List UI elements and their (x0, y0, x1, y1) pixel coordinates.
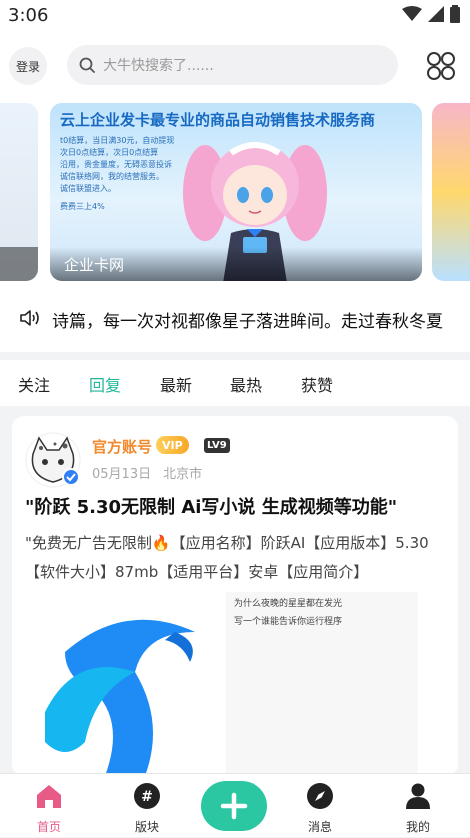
top-header: 登录 大牛快搜索了...... (0, 34, 470, 96)
banner-prev[interactable] (0, 103, 38, 281)
post-meta: 05月13日 北京市 (92, 463, 202, 482)
author-name[interactable]: 官方账号 (92, 436, 152, 457)
nav-home[interactable]: 首页 (14, 774, 84, 838)
banner-feature: 诚信联盟进入。 (60, 184, 116, 193)
signal-icon (428, 6, 444, 22)
bottom-nav: 首页 # 版块 消息 我的 (0, 773, 470, 837)
search-input[interactable]: 大牛快搜索了...... (67, 45, 398, 85)
banner-caption-text: 企业卡网 (64, 256, 125, 274)
speaker-icon (20, 310, 39, 326)
tab-liked[interactable]: 获赞 (301, 372, 333, 396)
banner-caption: 企业卡网 (50, 247, 422, 281)
nav-home-label: 首页 (36, 820, 61, 834)
banner-main[interactable]: 云上企业发卡最专业的商品自动销售技术服务商 t0结算，当日满30元，自动提现 次… (50, 103, 422, 281)
nav-profile[interactable]: 我的 (383, 774, 453, 838)
user-icon (406, 783, 430, 809)
banner-carousel[interactable]: 云上企业发卡最专业的商品自动销售技术服务商 t0结算，当日满30元，自动提现 次… (0, 96, 470, 286)
tab-reply[interactable]: 回复 (89, 372, 121, 396)
post-body[interactable]: "免费无广告无限制🔥【应用名称】阶跃AI【应用版本】5.30【软件大小】87mb… (25, 529, 445, 587)
feed-tabs: 关注 回复 最新 最热 获赞 (0, 360, 470, 406)
notice-text: 诗篇，每一次对视都像星子落进眸间。走过春秋冬夏 (52, 312, 443, 332)
post-location: 北京市 (163, 467, 203, 482)
wifi-icon (402, 6, 422, 21)
tab-hottest[interactable]: 最热 (230, 372, 262, 396)
chat-screenshot-image[interactable]: 为什么夜晚的星星都在发光 写一个谁能告诉你运行程序 (226, 592, 418, 776)
vip-badge: VIP (156, 436, 189, 454)
status-icons (402, 5, 460, 23)
verified-badge-icon (62, 468, 80, 486)
search-icon (79, 57, 95, 73)
plus-icon (220, 792, 248, 820)
banner-features: t0结算，当日满30元，自动提现 次日0点结算，次日0点结算 沿用，贵金量度，无… (60, 135, 185, 213)
compass-icon (307, 783, 333, 809)
banner-next[interactable] (432, 103, 470, 281)
banner-fee: 费费三上4% (60, 202, 105, 211)
banner-feature: 沿用，贵金量度，无碍恶意投诉 (60, 160, 172, 169)
nav-profile-label: 我的 (405, 820, 430, 834)
nav-sections[interactable]: # 版块 (112, 774, 182, 838)
battery-icon (450, 5, 460, 23)
home-icon (37, 785, 61, 808)
search-placeholder: 大牛快搜索了...... (103, 58, 214, 74)
publish-button[interactable] (201, 781, 267, 831)
grid-menu-icon[interactable] (424, 49, 458, 83)
image-text-line: 写一个谁能告诉你运行程序 (234, 617, 343, 627)
post-card[interactable]: 官方账号 VIP LV9 05月13日 北京市 "阶跃 5.30无限制 Ai写小说… (12, 416, 458, 776)
nav-sections-label: 版块 (134, 820, 159, 834)
image-text-line: 为什么夜晚的星星都在发光 (234, 599, 343, 609)
hashtag-icon: # (134, 783, 160, 809)
nav-messages-label: 消息 (307, 820, 332, 834)
status-bar: 3:06 (0, 0, 470, 34)
svg-text:#: # (141, 789, 153, 805)
post-title[interactable]: "阶跃 5.30无限制 Ai写小说 生成视频等功能" (25, 493, 397, 519)
login-button[interactable]: 登录 (9, 47, 47, 85)
post-date: 05月13日 (92, 467, 152, 482)
dolphin-logo-image[interactable] (25, 592, 225, 776)
nav-messages[interactable]: 消息 (285, 774, 355, 838)
level-badge: LV9 (204, 438, 230, 453)
notice-bar[interactable]: 诗篇，每一次对视都像星子落进眸间。走过春秋冬夏 (0, 286, 470, 352)
banner-feature: t0结算，当日满30元，自动提现 (60, 136, 175, 145)
banner-feature: 次日0点结算，次日0点结算 (60, 148, 159, 157)
tab-follow[interactable]: 关注 (18, 372, 50, 396)
banner-title: 云上企业发卡最专业的商品自动销售技术服务商 (60, 111, 376, 129)
tab-latest[interactable]: 最新 (160, 372, 192, 396)
banner-feature: 诚信联络网，我的结营服务。 (60, 172, 164, 181)
status-time: 3:06 (8, 5, 49, 26)
